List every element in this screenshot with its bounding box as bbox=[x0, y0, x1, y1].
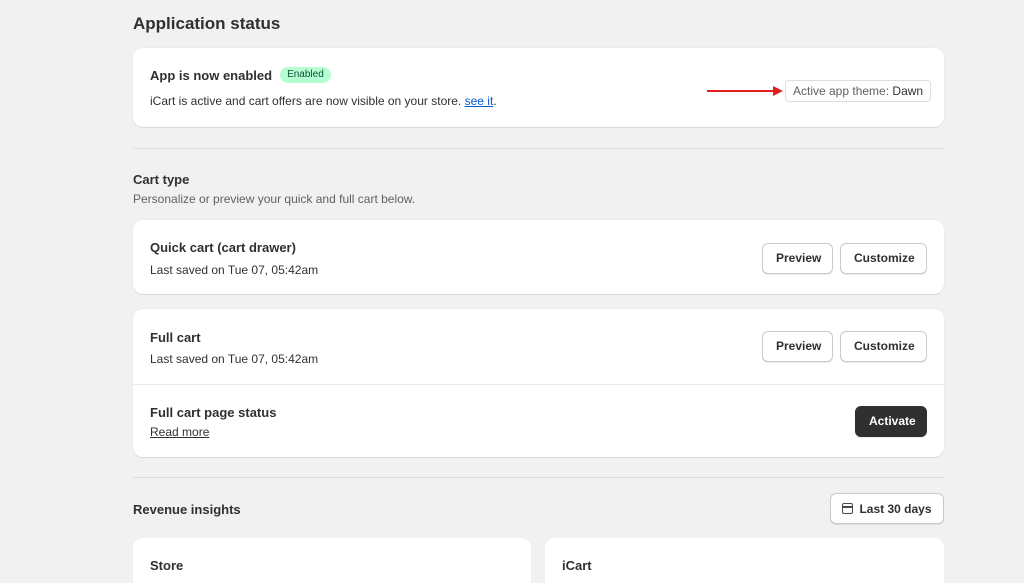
status-description-suffix: . bbox=[493, 94, 497, 108]
read-more-link[interactable]: Read more bbox=[150, 425, 209, 439]
status-title-row: App is now enabled Enabled bbox=[150, 67, 331, 83]
section-divider bbox=[133, 148, 944, 149]
enabled-badge: Enabled bbox=[280, 67, 331, 83]
date-range-button[interactable]: Last 30 days bbox=[830, 493, 944, 524]
theme-label: Active app theme: bbox=[793, 84, 890, 98]
icart-card-title: iCart bbox=[562, 558, 592, 573]
status-description-text: iCart is active and cart offers are now … bbox=[150, 94, 462, 108]
full-cart-customize-button[interactable]: Customize bbox=[840, 331, 927, 362]
full-cart-card: Full cart Last saved on Tue 07, 05:42am … bbox=[133, 309, 944, 457]
calendar-icon bbox=[842, 503, 854, 514]
cart-type-subtitle: Personalize or preview your quick and fu… bbox=[133, 192, 416, 206]
full-cart-page-status-title: Full cart page status bbox=[150, 405, 277, 420]
quick-cart-preview-button[interactable]: Preview bbox=[762, 243, 833, 274]
status-description: iCart is active and cart offers are now … bbox=[150, 94, 497, 108]
quick-cart-title: Quick cart (cart drawer) bbox=[150, 240, 296, 255]
date-range-label: Last 30 days bbox=[859, 501, 932, 516]
revenue-insights-title: Revenue insights bbox=[133, 502, 241, 517]
active-theme-indicator: Active app theme: Dawn bbox=[785, 80, 932, 102]
store-card-title: Store bbox=[150, 558, 184, 573]
annotation-arrow-head-icon bbox=[773, 86, 783, 96]
theme-name: Dawn bbox=[892, 84, 924, 98]
icart-revenue-card: iCart bbox=[545, 538, 944, 583]
quick-cart-card: Quick cart (cart drawer) Last saved on T… bbox=[133, 220, 944, 294]
full-cart-preview-button[interactable]: Preview bbox=[762, 331, 833, 362]
see-it-link[interactable]: see it bbox=[465, 94, 494, 108]
card-inner-divider bbox=[133, 384, 944, 385]
cart-type-title: Cart type bbox=[133, 172, 190, 187]
annotation-arrow-line bbox=[707, 90, 777, 92]
full-cart-last-saved: Last saved on Tue 07, 05:42am bbox=[150, 352, 319, 366]
quick-cart-customize-button[interactable]: Customize bbox=[840, 243, 927, 274]
page-title: Application status bbox=[133, 14, 281, 33]
full-cart-title: Full cart bbox=[150, 330, 201, 345]
section-divider bbox=[133, 477, 944, 478]
store-revenue-card: Store bbox=[133, 538, 531, 583]
activate-button[interactable]: Activate bbox=[855, 406, 927, 437]
status-title: App is now enabled bbox=[150, 67, 273, 83]
quick-cart-last-saved: Last saved on Tue 07, 05:42am bbox=[150, 263, 319, 277]
